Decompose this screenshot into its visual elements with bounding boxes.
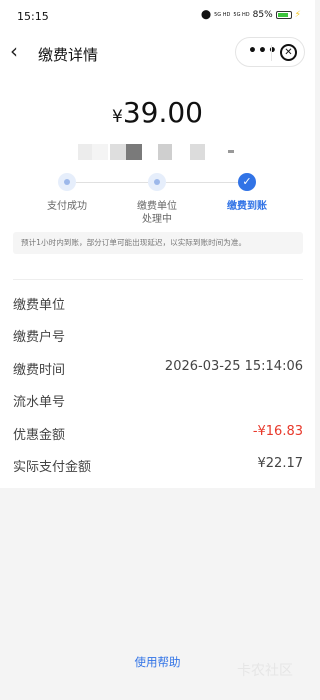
detail-value-time: 2026-03-25 15:14:06 bbox=[164, 359, 303, 374]
redacted-payee-info bbox=[78, 144, 238, 160]
detail-value-discount: -¥16.83 bbox=[252, 424, 303, 439]
nav-bar: ‹ 缴费详情 ••• ✕ bbox=[0, 32, 315, 74]
step-label-arrived: 缴费到账 bbox=[227, 201, 267, 212]
signal-icon-1: 5G HD bbox=[214, 11, 231, 18]
step-dot-paid bbox=[58, 173, 76, 191]
more-icon[interactable]: ••• bbox=[248, 43, 278, 59]
detail-label-account: 缴费户号 bbox=[13, 330, 66, 345]
miniprogram-capsule: ••• ✕ bbox=[235, 37, 305, 67]
step-label-processing: 缴费单位 处理中 bbox=[137, 201, 177, 225]
detail-label-payee: 缴费单位 bbox=[13, 298, 66, 313]
progress-line-1 bbox=[76, 182, 148, 183]
battery-level bbox=[277, 13, 288, 17]
detail-label-serial: 流水单号 bbox=[13, 395, 66, 410]
currency-symbol: ¥ bbox=[112, 107, 123, 127]
status-bar: 15:15 ⬤ 5G HD 5G HD 85% ⚡ bbox=[0, 0, 315, 32]
payment-amount: ¥39.00 bbox=[0, 96, 315, 129]
arrival-notice: 预计1小时内到账，部分订单可能出现延迟，以实际到账时间为准。 bbox=[13, 232, 303, 254]
detail-label-time: 缴费时间 bbox=[13, 363, 66, 378]
detail-label-paid: 实际支付金额 bbox=[13, 460, 92, 475]
payment-detail-card: ¥39.00 ✓ 支付成功 缴费单位 处理中 缴费到账 预计1小时内到账，部分订… bbox=[0, 74, 315, 488]
watermark: 卡农社区 bbox=[237, 663, 293, 679]
back-button[interactable]: ‹ bbox=[10, 41, 28, 63]
amount-value: 39.00 bbox=[122, 96, 203, 129]
detail-label-discount: 优惠金额 bbox=[13, 428, 66, 443]
detail-value-paid: ¥22.17 bbox=[257, 456, 304, 471]
progress-line-2 bbox=[166, 182, 238, 183]
step-label-paid: 支付成功 bbox=[47, 201, 87, 212]
close-icon[interactable]: ✕ bbox=[280, 44, 297, 61]
check-icon: ✓ bbox=[238, 173, 256, 191]
battery-percent: 85% bbox=[252, 10, 273, 20]
signal-icon-2: 5G HD bbox=[233, 11, 250, 18]
status-time: 15:15 bbox=[17, 10, 49, 23]
divider bbox=[13, 279, 303, 280]
location-icon: ⬤ bbox=[201, 10, 212, 20]
capsule-divider bbox=[271, 45, 272, 61]
status-indicators: ⬤ 5G HD 5G HD 85% ⚡ bbox=[201, 10, 301, 20]
step-dot-processing bbox=[148, 173, 166, 191]
battery-icon bbox=[275, 11, 292, 19]
page-title: 缴费详情 bbox=[38, 46, 99, 64]
charging-icon: ⚡ bbox=[294, 10, 301, 20]
